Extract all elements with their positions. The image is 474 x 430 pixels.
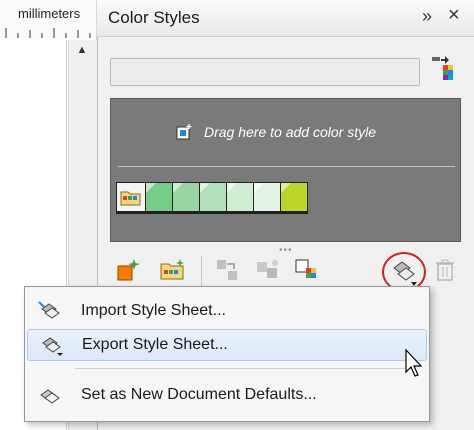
menu-item-label: Set as New Document Defaults... <box>81 386 317 403</box>
style-name-field[interactable] <box>110 58 420 86</box>
import-export-icon <box>393 261 417 286</box>
color-harmony-row[interactable] <box>116 182 308 214</box>
delete-icon <box>436 259 454 281</box>
convert-to-harmony-icon <box>257 260 278 278</box>
menu-item-set-document-defaults[interactable]: Set as New Document Defaults... <box>27 379 427 411</box>
import-export-context-menu: Import Style Sheet... Export Style Sheet… <box>24 286 430 422</box>
harmony-folder-icon[interactable] <box>117 183 145 211</box>
menu-item-export-style-sheet[interactable]: Export Style Sheet... <box>27 329 427 361</box>
apply-color-button[interactable] <box>212 256 242 284</box>
transform-harmony-icon[interactable] <box>430 54 454 84</box>
color-palette-icon <box>295 259 316 278</box>
new-harmony-icon <box>160 259 184 280</box>
color-palette-button[interactable] <box>292 256 322 284</box>
add-color-style-icon <box>176 124 192 140</box>
harmony-swatch[interactable] <box>254 183 280 211</box>
scroll-up-arrow-icon[interactable]: ▲ <box>68 40 96 60</box>
document-defaults-icon <box>33 382 67 408</box>
drop-area-divider <box>118 166 455 167</box>
menu-item-label: Export Style Sheet... <box>82 336 228 353</box>
delete-button[interactable] <box>430 256 460 284</box>
new-color-style-button[interactable] <box>114 256 144 284</box>
mouse-cursor-icon <box>405 348 423 377</box>
menu-item-label: Import Style Sheet... <box>81 302 226 319</box>
convert-to-harmony-button[interactable] <box>253 256 283 284</box>
resize-grip[interactable]: ••• <box>279 245 293 256</box>
close-docker-icon[interactable]: × <box>448 4 460 27</box>
color-styles-drop-area[interactable] <box>110 98 461 242</box>
harmony-swatch[interactable] <box>200 183 226 211</box>
export-style-sheet-icon <box>34 332 68 358</box>
apply-color-icon <box>217 260 237 280</box>
drop-hint-text: Drag here to add color style <box>204 124 376 140</box>
harmony-swatch[interactable] <box>146 183 172 211</box>
new-color-harmony-button[interactable] <box>158 256 188 284</box>
menu-item-import-style-sheet[interactable]: Import Style Sheet... <box>27 295 427 327</box>
docker-title: Color Styles <box>108 8 200 27</box>
new-color-style-icon <box>117 259 140 281</box>
harmony-swatch[interactable] <box>227 183 253 211</box>
ruler-unit-label: millimeters <box>18 6 81 21</box>
menu-separator <box>75 368 415 369</box>
harmony-swatch[interactable] <box>173 183 199 211</box>
harmony-swatch[interactable] <box>281 183 307 211</box>
collapse-docker-icon[interactable]: » <box>422 6 432 27</box>
toolbar-separator <box>201 256 202 286</box>
ruler-ticks <box>5 28 91 38</box>
import-style-sheet-icon <box>33 298 67 324</box>
